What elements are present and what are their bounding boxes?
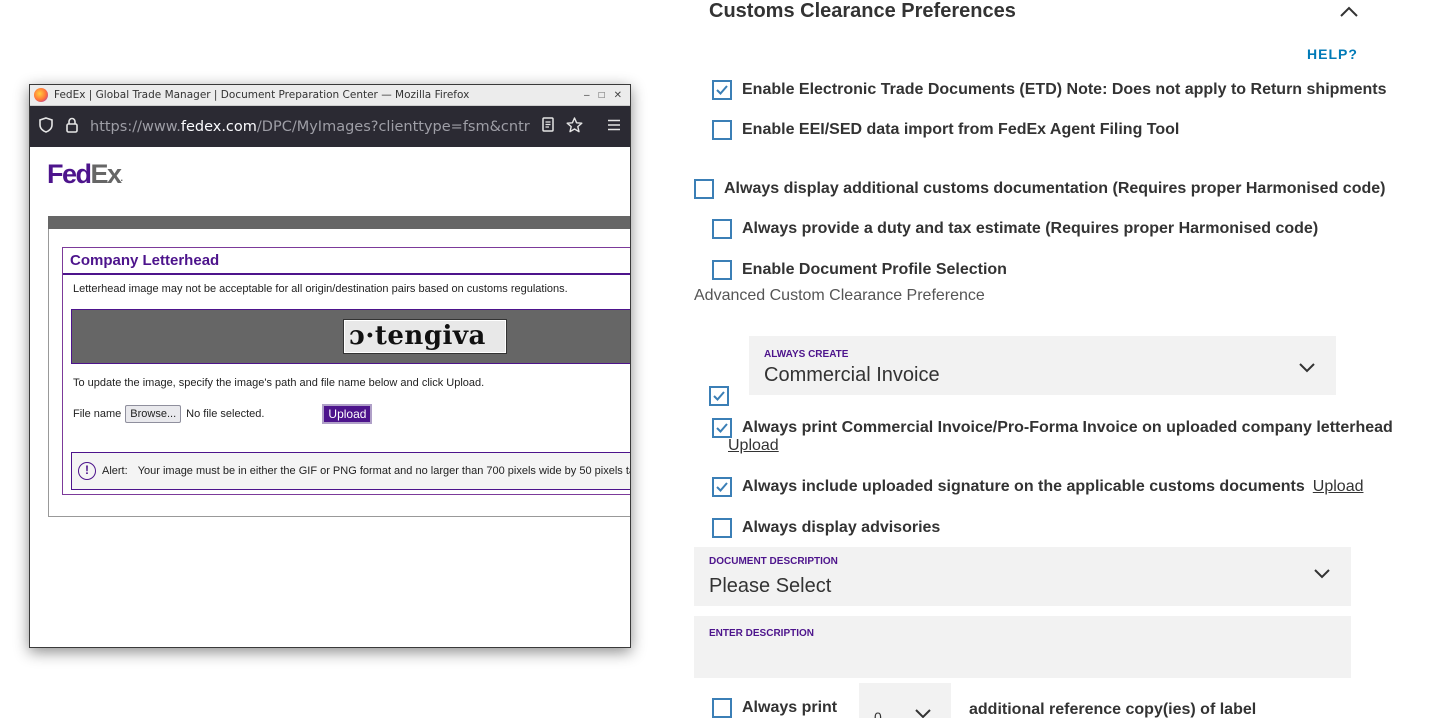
option-always-print: Always print <box>712 698 837 718</box>
option-advisories: Always display advisories <box>712 518 940 538</box>
maximize-icon[interactable]: □ <box>599 90 605 101</box>
etd-checkbox[interactable] <box>712 80 732 100</box>
url-prefix: https://www. <box>90 118 181 135</box>
doc-profile-checkbox[interactable] <box>712 260 732 280</box>
upload-button[interactable]: Upload <box>322 404 373 424</box>
window-titlebar: FedEx | Global Trade Manager | Document … <box>30 85 630 106</box>
bookmark-star-icon[interactable] <box>566 116 583 137</box>
eei-checkbox[interactable] <box>712 120 732 140</box>
always-print-checkbox[interactable] <box>712 698 732 718</box>
document-description-value: Please Select <box>709 575 832 597</box>
chevron-up-icon[interactable] <box>1338 4 1360 20</box>
advisories-label: Always display advisories <box>742 519 941 536</box>
alert-box: ! Alert: Your image must be in either th… <box>71 452 631 490</box>
always-create-label: ALWAYS CREATE <box>764 349 849 360</box>
firefox-popup-window: FedEx | Global Trade Manager | Document … <box>29 84 631 648</box>
additional-docs-checkbox[interactable] <box>694 179 714 199</box>
always-create-check-row <box>709 386 739 406</box>
letterhead-title: Company Letterhead <box>63 248 630 275</box>
option-duty-tax: Always provide a duty and tax estimate (… <box>712 219 1318 239</box>
etd-label: Enable Electronic Trade Documents (ETD) … <box>742 81 1387 98</box>
eei-label: Enable EEI/SED data import from FedEx Ag… <box>742 121 1180 138</box>
reader-view-icon[interactable] <box>540 117 556 136</box>
browse-button[interactable]: Browse... <box>125 405 182 423</box>
letterhead-upload-link[interactable]: Upload <box>728 437 779 455</box>
enter-description-label: ENTER DESCRIPTION <box>709 628 815 639</box>
letterhead-panel: Company Letterhead Letterhead image may … <box>62 247 631 495</box>
logo-ex: Ex <box>90 159 123 189</box>
letterhead-note: Letterhead image may not be acceptable f… <box>73 283 568 295</box>
option-etd: Enable Electronic Trade Documents (ETD) … <box>712 80 1387 100</box>
option-additional-docs: Always display additional customs docume… <box>694 179 1385 199</box>
option-doc-profile: Enable Document Profile Selection <box>712 260 1007 280</box>
chevron-down-icon <box>1314 569 1330 579</box>
logo-reg: . <box>120 173 124 183</box>
window-title: FedEx | Global Trade Manager | Document … <box>54 89 470 101</box>
close-icon[interactable]: ✕ <box>614 90 622 101</box>
chevron-down-icon <box>1299 363 1315 373</box>
copies-value: 0 <box>874 709 882 718</box>
url-text[interactable]: https://www.fedex.com/DPC/MyImages?clien… <box>90 119 530 135</box>
minimize-icon[interactable]: – <box>584 90 590 101</box>
menu-icon[interactable] <box>606 118 622 135</box>
signature-checkbox[interactable] <box>712 477 732 497</box>
additional-docs-label: Always display additional customs docume… <box>724 180 1386 197</box>
popup-page-content: FedEx. Company Letterhead Letterhead ima… <box>30 147 630 647</box>
alert-label: Alert: <box>102 465 128 477</box>
file-name-label: File name <box>73 408 122 420</box>
logo-fed: Fed <box>47 159 92 189</box>
alert-icon: ! <box>78 462 96 480</box>
option-print-letterhead: Always print Commercial Invoice/Pro-Form… <box>712 418 1393 438</box>
always-create-select[interactable]: ALWAYS CREATE Commercial Invoice <box>749 336 1336 395</box>
address-bar[interactable]: https://www.fedex.com/DPC/MyImages?clien… <box>30 106 630 147</box>
letterhead-image-area: ɔ·tengiva <box>71 309 630 364</box>
print-letterhead-checkbox[interactable] <box>712 418 732 438</box>
url-path: /DPC/MyImages?clienttype=fsm&cntry_co <box>256 118 530 135</box>
letterhead-upload-row: Upload <box>728 437 779 455</box>
duty-tax-checkbox[interactable] <box>712 219 732 239</box>
firefox-icon <box>34 88 48 102</box>
document-description-label: DOCUMENT DESCRIPTION <box>709 556 838 567</box>
always-print-label: Always print <box>742 699 838 716</box>
doc-profile-label: Enable Document Profile Selection <box>742 261 1007 278</box>
no-file-text: No file selected. <box>186 408 265 420</box>
shield-icon[interactable] <box>38 116 54 137</box>
help-link[interactable]: HELP? <box>1307 46 1358 62</box>
advanced-preference-label: Advanced Custom Clearance Preference <box>694 287 985 304</box>
copies-suffix-row: additional reference copy(ies) of label <box>969 701 1256 718</box>
print-letterhead-label: Always print Commercial Invoice/Pro-Form… <box>742 419 1393 436</box>
always-create-checkbox[interactable] <box>709 386 729 406</box>
letterhead-image: ɔ·tengiva <box>343 319 507 354</box>
section-title: Customs Clearance Preferences <box>709 0 1016 22</box>
alert-text: Your image must be in either the GIF or … <box>137 465 631 477</box>
fedex-logo: FedEx. <box>47 159 123 190</box>
copies-suffix-label: additional reference copy(ies) of label <box>969 701 1257 718</box>
always-create-value: Commercial Invoice <box>764 364 940 386</box>
signature-upload-link[interactable]: Upload <box>1313 478 1364 496</box>
advisories-checkbox[interactable] <box>712 518 732 538</box>
url-host: fedex.com <box>180 118 257 135</box>
update-instructions: To update the image, specify the image's… <box>73 377 485 389</box>
chevron-down-icon <box>915 709 931 718</box>
option-eei: Enable EEI/SED data import from FedEx Ag… <box>712 120 1179 140</box>
enter-description-field[interactable]: ENTER DESCRIPTION <box>694 616 1351 678</box>
option-include-signature: Always include uploaded signature on the… <box>712 477 1363 497</box>
header-strip <box>48 216 630 229</box>
lock-icon[interactable] <box>64 117 80 137</box>
duty-tax-label: Always provide a duty and tax estimate (… <box>742 220 1319 237</box>
file-row: File name Browse... No file selected. Up… <box>73 404 373 424</box>
document-description-select[interactable]: DOCUMENT DESCRIPTION Please Select <box>694 547 1351 606</box>
signature-label: Always include uploaded signature on the… <box>742 478 1305 495</box>
copies-select[interactable]: 0 <box>859 683 951 718</box>
